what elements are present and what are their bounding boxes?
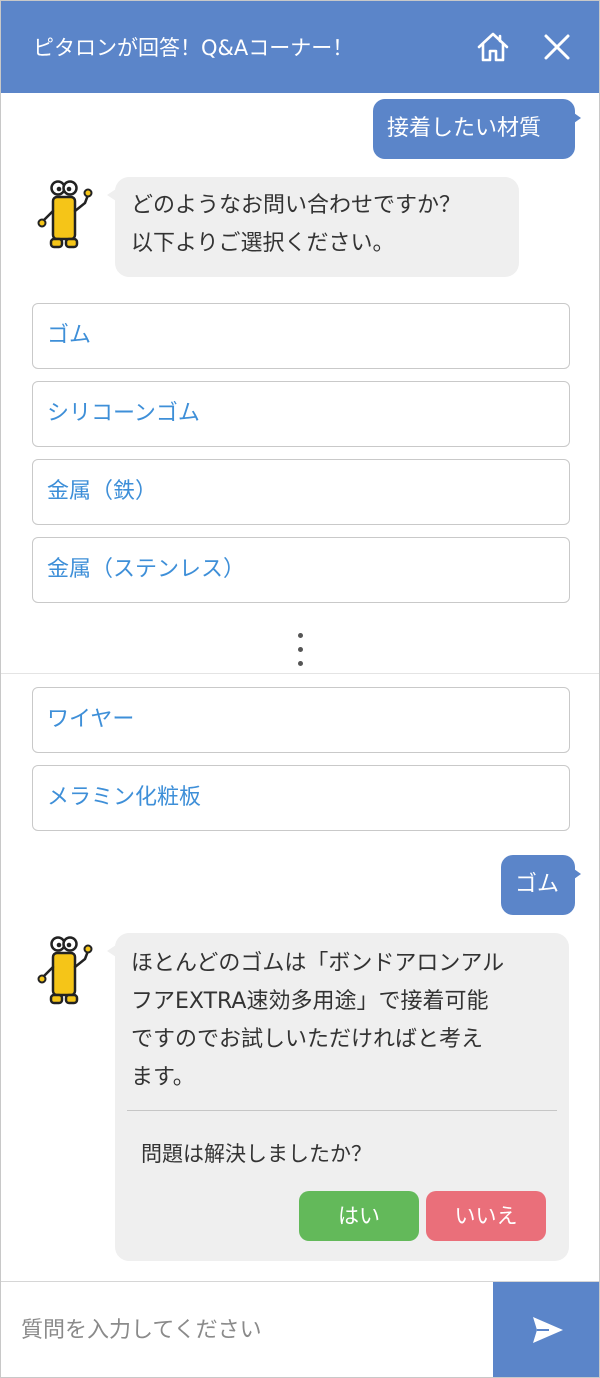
bot-avatar	[35, 935, 95, 1011]
bot-message-line: フアEXTRA速効多用途」で接着可能	[131, 989, 489, 1014]
ellipsis-dot	[297, 661, 303, 666]
close-button[interactable]	[537, 27, 577, 67]
message-composer	[1, 1281, 599, 1377]
option-melamine-board[interactable]: メラミン化粧板	[32, 765, 570, 831]
chat-log[interactable]: 接着したい材質 どのようなお問い合わせですか？ 以下よりご選択ください。 ゴム …	[1, 93, 599, 1281]
bot-avatar	[35, 179, 95, 255]
option-metal-iron[interactable]: 金属（鉄）	[32, 459, 570, 525]
header-title: ピタロンが回答！Q&Aコーナー！	[33, 36, 354, 60]
yes-button[interactable]: はい	[299, 1191, 419, 1241]
close-icon	[544, 34, 570, 60]
ellipsis-dot	[297, 647, 303, 652]
more-options-ellipsis	[293, 633, 307, 673]
bot-message-line: 以下よりご選択ください。	[131, 231, 395, 256]
home-button[interactable]	[473, 27, 513, 67]
header-bar: ピタロンが回答！Q&Aコーナー！	[1, 1, 599, 93]
bot-answer-message: ほとんどのゴムは「ボンドアロンアル フアEXTRA速効多用途」で接着可能 ですの…	[107, 933, 569, 1261]
bot-message-line: どのようなお問い合わせですか？	[131, 193, 462, 218]
bot-message-line: ですのでお試しいただければと考え	[131, 1027, 484, 1052]
ellipsis-dot	[297, 633, 303, 638]
option-silicone-rubber[interactable]: シリコーンゴム	[32, 381, 570, 447]
user-message: ゴム	[501, 855, 581, 915]
send-icon	[533, 1317, 563, 1343]
bot-mascot-icon	[37, 936, 93, 1005]
no-button[interactable]: いいえ	[426, 1191, 546, 1241]
chat-widget: ピタロンが回答！Q&Aコーナー！ 接着したい材質 どのようなお問い合わせですか？…	[0, 0, 600, 1378]
bot-mascot-icon	[37, 180, 93, 249]
option-wire[interactable]: ワイヤー	[32, 687, 570, 753]
option-metal-stainless[interactable]: 金属（ステンレス）	[32, 537, 570, 603]
send-button[interactable]	[493, 1282, 599, 1377]
home-icon	[477, 32, 509, 62]
question-input[interactable]	[1, 1282, 493, 1377]
resolution-question: 問題は解決しましたか？	[141, 1142, 372, 1166]
user-message: 接着したい材質	[373, 99, 581, 159]
bot-message-line: ます。	[131, 1065, 195, 1090]
answer-divider	[127, 1110, 557, 1111]
bot-message-line: ほとんどのゴムは「ボンドアロンアル	[131, 951, 505, 976]
option-rubber[interactable]: ゴム	[32, 303, 570, 369]
bot-message: どのようなお問い合わせですか？ 以下よりご選択ください。	[107, 177, 519, 277]
omission-divider	[1, 673, 599, 674]
